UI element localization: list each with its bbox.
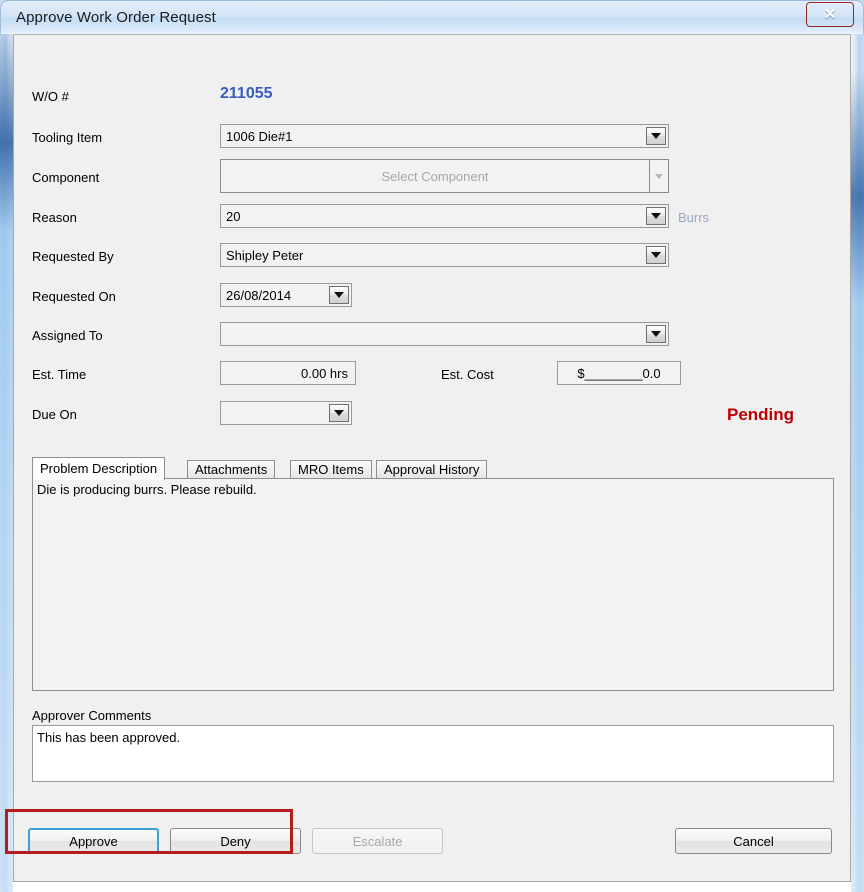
- tab-strip: Problem Description Attachments MRO Item…: [32, 457, 834, 480]
- close-icon: ✕: [823, 6, 837, 23]
- tooling-item-combo[interactable]: 1006 Die#1: [220, 124, 669, 148]
- reason-combo[interactable]: 20: [220, 204, 669, 228]
- est-time-input[interactable]: 0.00 hrs: [220, 361, 356, 385]
- est-cost-input[interactable]: $________0.0: [557, 361, 681, 385]
- reason-value: 20: [226, 208, 241, 224]
- requested-by-combo[interactable]: Shipley Peter: [220, 243, 669, 267]
- label-est-time: Est. Time: [32, 367, 87, 382]
- problem-description-text: Die is producing burrs. Please rebuild.: [37, 482, 257, 497]
- assigned-to-combo[interactable]: [220, 322, 669, 346]
- chevron-down-icon[interactable]: [646, 127, 666, 145]
- approver-comments-input[interactable]: This has been approved.: [32, 725, 834, 782]
- label-wo-number: W/O #: [32, 89, 69, 104]
- requested-by-value: Shipley Peter: [226, 247, 304, 263]
- title-bar: Approve Work Order Request ✕: [0, 0, 864, 34]
- window-border-left: [0, 0, 13, 892]
- chevron-down-icon[interactable]: [646, 325, 666, 343]
- problem-description-panel[interactable]: Die is producing burrs. Please rebuild.: [32, 478, 834, 691]
- close-button[interactable]: ✕: [806, 2, 854, 27]
- requested-on-datepicker[interactable]: 26/08/2014: [220, 283, 352, 307]
- window-border-right: [851, 0, 864, 892]
- chevron-down-icon[interactable]: [646, 246, 666, 264]
- escalate-button: Escalate: [312, 828, 443, 854]
- due-on-datepicker[interactable]: [220, 401, 352, 425]
- tooling-item-value: 1006 Die#1: [226, 128, 293, 144]
- chevron-down-icon-disabled: [649, 160, 668, 192]
- calendar-chevron-down-icon[interactable]: [329, 404, 349, 422]
- label-est-cost: Est. Cost: [441, 367, 494, 382]
- requested-on-value: 26/08/2014: [226, 287, 292, 303]
- reason-description: Burrs: [678, 210, 710, 225]
- dialog-client-area: W/O # 211055 Tooling Item 1006 Die#1 Com…: [13, 34, 851, 882]
- calendar-chevron-down-icon[interactable]: [329, 286, 349, 304]
- tab-attachments[interactable]: Attachments: [187, 460, 276, 479]
- tab-mro-items[interactable]: MRO Items: [290, 460, 372, 479]
- label-requested-on: Requested On: [32, 289, 116, 304]
- label-requested-by: Requested By: [32, 249, 114, 264]
- dialog-window: Approve Work Order Request ✕ W/O # 21105…: [0, 0, 864, 892]
- wo-number-value: 211055: [220, 85, 273, 102]
- chevron-down-icon[interactable]: [646, 207, 666, 225]
- approve-button[interactable]: Approve: [28, 828, 159, 854]
- cancel-button[interactable]: Cancel: [675, 828, 832, 854]
- label-assigned-to: Assigned To: [32, 328, 103, 343]
- label-reason: Reason: [32, 210, 77, 225]
- label-approver-comments: Approver Comments: [32, 708, 152, 723]
- label-tooling-item: Tooling Item: [32, 130, 103, 145]
- approver-comments-text: This has been approved.: [37, 730, 181, 745]
- tab-approval-history[interactable]: Approval History: [376, 460, 488, 479]
- deny-button[interactable]: Deny: [170, 828, 301, 854]
- label-component: Component: [32, 170, 100, 185]
- status-badge: Pending: [727, 405, 795, 424]
- window-title: Approve Work Order Request: [16, 9, 216, 26]
- component-combo: Select Component: [220, 159, 669, 193]
- component-placeholder: Select Component: [381, 168, 489, 184]
- tab-problem-description[interactable]: Problem Description: [32, 457, 166, 480]
- label-due-on: Due On: [32, 407, 77, 422]
